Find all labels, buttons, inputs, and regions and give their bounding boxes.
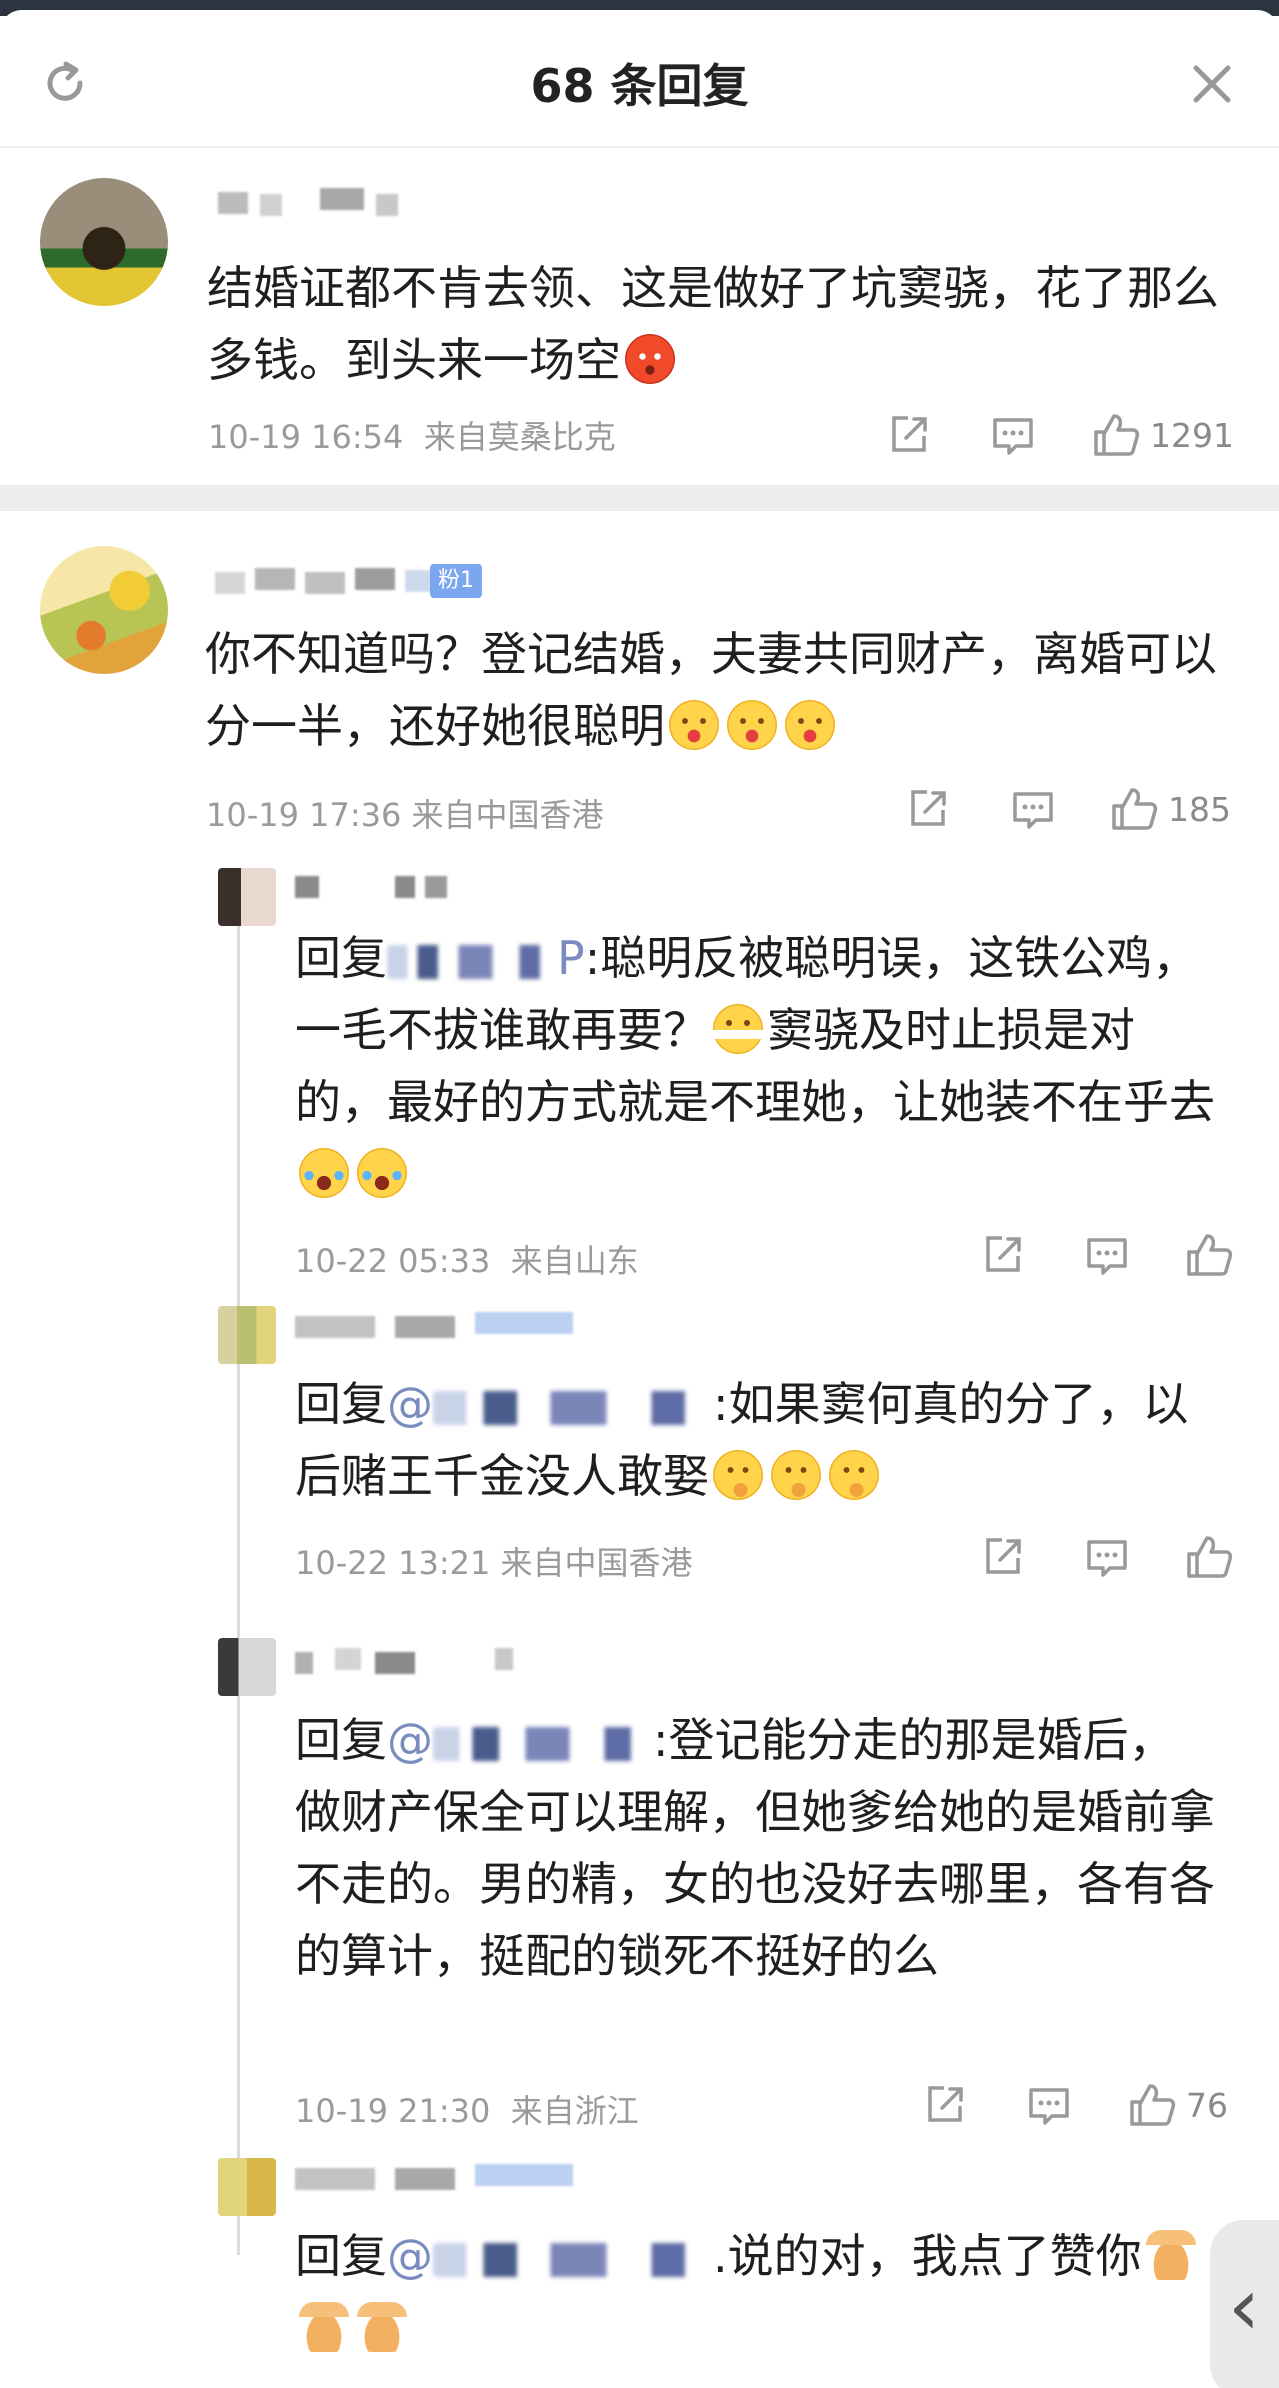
username-blurred[interactable] [295, 1310, 595, 1340]
thinking-emoji [713, 1450, 763, 1500]
page-title: 68 条回复 [530, 59, 749, 113]
avatar[interactable] [40, 178, 168, 306]
share-button[interactable] [980, 1232, 1026, 1278]
avatar[interactable] [40, 546, 168, 674]
avatar[interactable] [218, 1306, 276, 1364]
reply-meta: 10-22 05:33 来自山东 [295, 1242, 639, 1280]
comment-icon [1087, 1238, 1127, 1275]
thinking-emoji [771, 1450, 821, 1500]
mention-blurred[interactable] [433, 1390, 713, 1425]
comment-icon [1013, 792, 1053, 829]
avatar[interactable] [218, 868, 276, 926]
thread-line [237, 905, 240, 2255]
username-blurred[interactable] [295, 874, 495, 904]
share-icon [892, 416, 927, 452]
share-icon [911, 790, 946, 826]
like-icon [1187, 1536, 1233, 1578]
like-icon [1130, 2084, 1176, 2126]
like-button[interactable]: 1291 [1092, 412, 1234, 458]
comment-meta: 10-19 17:36 来自中国香港 [206, 796, 604, 834]
close-icon[interactable] [1188, 60, 1236, 108]
comment-text: 你不知道吗？登记结婚，夫妻共同财产，离婚可以分一半，还好她很聪明 [205, 627, 1217, 753]
username-blurred[interactable] [210, 188, 410, 218]
comment-button[interactable] [1010, 786, 1056, 832]
share-button[interactable] [980, 1534, 1026, 1580]
side-drawer-handle[interactable]: ‹ [1210, 2220, 1279, 2388]
mention-blurred[interactable] [433, 1726, 653, 1761]
thumbs-up-emoji [1145, 2230, 1196, 2280]
like-icon [1094, 414, 1140, 456]
comment-button[interactable] [1026, 2082, 1072, 2128]
angry-emoji [625, 334, 675, 384]
yum-emoji [727, 700, 777, 750]
fan-badge: 粉1 [430, 564, 482, 598]
comment-text: 结婚证都不肯去领、这是做好了坑窦骁，花了那么多钱。到头来一场空 [207, 261, 1219, 387]
share-button[interactable] [922, 2082, 968, 2128]
thumbs-up-emoji [357, 2302, 407, 2352]
yum-emoji [669, 700, 719, 750]
reply-text: 回复@ .说的对，我点了赞你 [295, 2220, 1215, 2364]
avatar[interactable] [218, 2158, 276, 2216]
chevron-left-icon: ‹ [1228, 2260, 1260, 2353]
mention-blurred[interactable] [387, 944, 557, 979]
like-button[interactable]: 185 [1110, 786, 1231, 832]
like-button[interactable] [1185, 1232, 1233, 1278]
comment-icon [993, 418, 1033, 455]
laughing-crying-emoji [299, 1148, 349, 1198]
share-icon [928, 2086, 963, 2122]
like-button[interactable]: 76 [1128, 2082, 1228, 2128]
comment-button[interactable] [1084, 1232, 1130, 1278]
like-count: 76 [1186, 2085, 1228, 2125]
grin-emoji [713, 1004, 763, 1054]
share-icon [986, 1538, 1021, 1574]
like-button[interactable] [1185, 1534, 1233, 1580]
laughing-crying-emoji [357, 1148, 407, 1198]
share-icon [986, 1236, 1021, 1272]
username-blurred[interactable] [295, 1646, 535, 1676]
mention-blurred[interactable] [433, 2242, 713, 2277]
username-blurred[interactable] [295, 2162, 595, 2192]
replies-sheet: 68 条回复 结婚证都不肯去领、这是做好了坑窦骁，花了那么多钱。到头来一场空 1… [0, 10, 1279, 2388]
share-button[interactable] [905, 786, 951, 832]
reply-meta: 10-22 13:21 来自中国香港 [295, 1544, 693, 1582]
comment-icon [1087, 1540, 1127, 1577]
reply-text: 回复@:如果窦何真的分了，以后赌王千金没人敢娶 [295, 1377, 1189, 1503]
sheet-header: 68 条回复 [0, 10, 1279, 148]
like-icon [1112, 788, 1158, 830]
comment-icon [1029, 2088, 1069, 2125]
like-icon [1187, 1234, 1233, 1276]
like-count: 1291 [1150, 415, 1234, 455]
reply-text: 回复@:登记能分走的那是婚后，做财产保全可以理解，但她爹给她的是婚前拿不走的。男… [295, 1713, 1215, 1983]
section-divider [0, 485, 1279, 511]
reply-meta: 10-19 21:30 来自浙江 [295, 2092, 639, 2130]
comment-button[interactable] [1084, 1534, 1130, 1580]
thinking-emoji [829, 1450, 879, 1500]
yum-emoji [785, 700, 835, 750]
reply-text: 回复 P:聪明反被聪明误，这铁公鸡，一毛不拔谁敢再要？ 窦骁及时止损是对的，最好的方… [295, 922, 1215, 1210]
comment-button[interactable] [990, 412, 1036, 458]
share-button[interactable] [886, 412, 932, 458]
comment-meta: 10-19 16:54 来自莫桑比克 [208, 418, 616, 456]
avatar[interactable] [218, 1638, 276, 1696]
username-blurred[interactable] [215, 566, 465, 596]
like-count: 185 [1168, 789, 1231, 829]
thumbs-up-emoji [299, 2302, 349, 2352]
